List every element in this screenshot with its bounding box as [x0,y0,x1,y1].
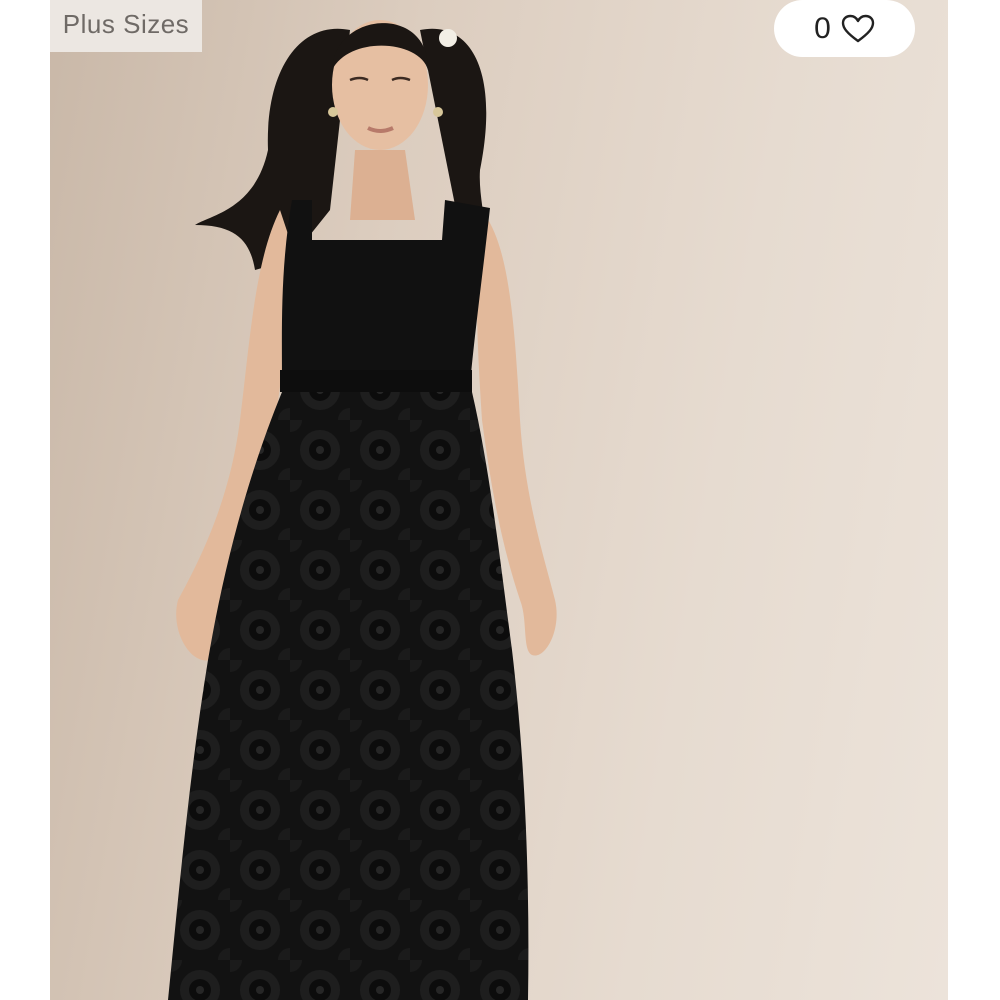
favorite-count: 0 [814,11,831,45]
neck [350,150,415,220]
model-illustration [168,20,557,1000]
plus-sizes-label: Plus Sizes [62,9,190,39]
heart-outline-icon [841,14,875,42]
product-photo[interactable] [50,0,948,1000]
plus-sizes-badge[interactable]: Plus Sizes [50,0,202,52]
dress-skirt [168,392,529,1000]
favorite-button[interactable]: 0 [774,0,915,57]
product-page: Plus Sizes 0 [0,0,1000,1000]
